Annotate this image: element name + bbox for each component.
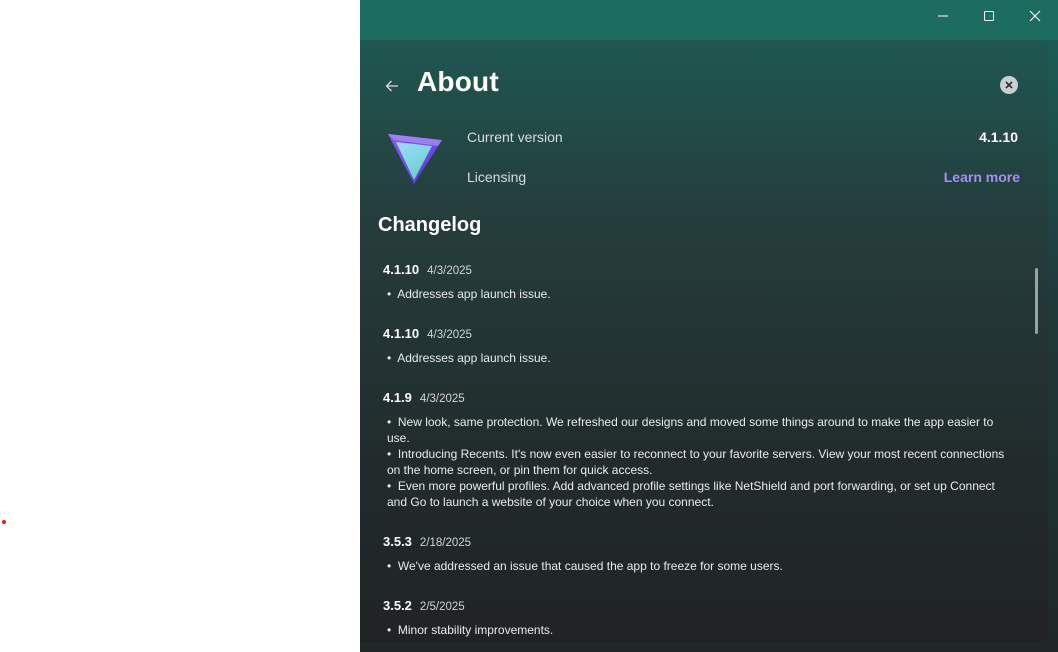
entry-date: 4/3/2025 <box>427 265 472 277</box>
app-window: About Current version 4.1.10 Licensing L… <box>360 0 1058 652</box>
changelog-entry: 4.1.9 4/3/2025 • New look, same protecti… <box>383 390 1023 534</box>
changelog-entry: 3.5.3 2/18/2025 • We've addressed an iss… <box>383 534 1023 598</box>
note-text: New look, same protection. We refreshed … <box>387 415 994 445</box>
changelog-entry: 3.5.2 2/5/2025 • Minor stability improve… <box>383 598 1023 642</box>
changelog-note: • Addresses app launch issue. <box>387 351 551 365</box>
close-circle-icon <box>1005 81 1013 89</box>
entry-version: 3.5.2 <box>383 598 412 613</box>
page-title: About <box>417 66 499 97</box>
entry-version: 3.5.3 <box>383 534 412 549</box>
title-bar <box>360 0 1058 40</box>
note-text: Addresses app launch issue. <box>397 351 551 365</box>
proton-vpn-logo <box>388 134 442 184</box>
about-panel: About Current version 4.1.10 Licensing L… <box>360 40 1048 642</box>
learn-more-link[interactable]: Learn more <box>944 169 1020 185</box>
close-panel-button[interactable] <box>1000 76 1018 94</box>
changelog-note: • Minor stability improvements. <box>387 623 554 637</box>
changelog-note: • Addresses app launch issue. <box>387 287 551 301</box>
licensing-label: Licensing <box>467 169 527 185</box>
changelog-entry: 4.1.10 4/3/2025 • Addresses app launch i… <box>383 262 1023 326</box>
current-version-value: 4.1.10 <box>979 129 1018 145</box>
note-text: Addresses app launch issue. <box>397 287 551 301</box>
changelog-note: • We've addressed an issue that caused t… <box>387 559 783 573</box>
entry-date: 4/3/2025 <box>427 329 472 341</box>
back-button[interactable] <box>382 76 402 96</box>
maximize-icon <box>984 11 994 21</box>
close-icon <box>1029 10 1041 22</box>
entry-date: 2/5/2025 <box>419 601 465 613</box>
current-version-label: Current version <box>467 129 563 145</box>
changelog-entry: 4.1.10 4/3/2025 • Addresses app launch i… <box>383 326 1023 390</box>
note-text: Even more powerful profiles. Add advance… <box>387 479 995 509</box>
arrow-left-icon <box>385 80 398 92</box>
changelog-note: • Even more powerful profiles. Add advan… <box>387 479 995 509</box>
changelog-scrollbar[interactable] <box>1035 268 1038 334</box>
changelog-note: • New look, same protection. We refreshe… <box>387 415 994 445</box>
note-text: Minor stability improvements. <box>397 623 554 637</box>
note-text: We've addressed an issue that caused the… <box>397 559 783 573</box>
entry-version: 4.1.9 <box>383 390 412 405</box>
changelog-note: • Introducing Recents. It's now even eas… <box>387 447 1005 477</box>
minimize-icon <box>938 15 948 17</box>
close-window-button[interactable] <box>1012 0 1058 32</box>
maximize-button[interactable] <box>966 0 1012 32</box>
entry-version: 4.1.10 <box>383 326 420 341</box>
minimize-button[interactable] <box>920 0 966 32</box>
changelog-list: 4.1.10 4/3/2025 • Addresses app launch i… <box>383 262 1023 642</box>
entry-version: 4.1.10 <box>383 262 420 277</box>
stray-red-dot <box>2 520 6 524</box>
changelog-heading: Changelog <box>378 214 482 236</box>
entry-date: 4/3/2025 <box>419 393 465 405</box>
note-text: Introducing Recents. It's now even easie… <box>387 447 1005 477</box>
entry-date: 2/18/2025 <box>419 537 472 549</box>
